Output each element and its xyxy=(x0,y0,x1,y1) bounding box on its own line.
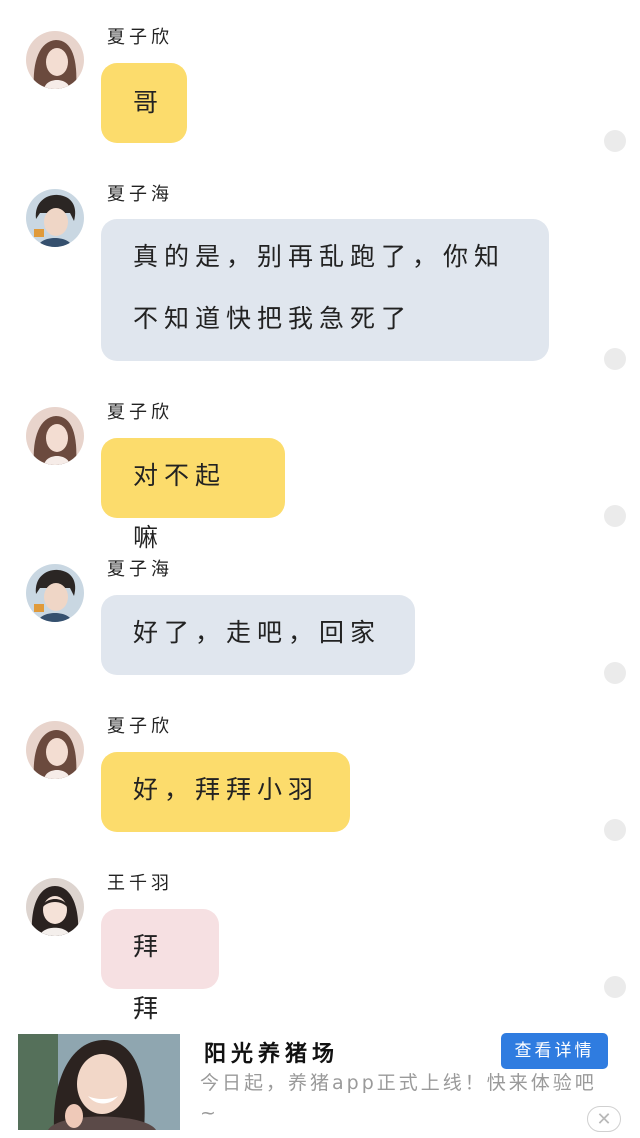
avatar[interactable] xyxy=(26,878,84,936)
sender-name: 夏子海 xyxy=(107,184,173,205)
status-dot xyxy=(604,505,626,527)
ad-banner[interactable]: 阳光养猪场 今日起，养猪app正式上线！快来体验吧~ 查看详情 ✕ xyxy=(0,1028,640,1138)
message-bubble[interactable]: 哥 xyxy=(101,63,187,143)
status-dot xyxy=(604,819,626,841)
message-bubble[interactable]: 好了，走吧，回家 xyxy=(101,595,415,675)
status-dot xyxy=(604,348,626,370)
sender-name: 夏子海 xyxy=(107,559,173,580)
avatar[interactable] xyxy=(26,31,84,89)
avatar[interactable] xyxy=(26,189,84,247)
message-bubble[interactable]: 拜拜 xyxy=(101,909,219,1023)
ad-title[interactable]: 阳光养猪场 xyxy=(204,1036,339,1068)
avatar[interactable] xyxy=(26,721,84,779)
status-dot xyxy=(604,976,626,998)
sender-name: 夏子欣 xyxy=(107,716,173,737)
avatar[interactable] xyxy=(26,407,84,465)
status-dot xyxy=(604,130,626,152)
view-details-button[interactable]: 查看详情 xyxy=(501,1033,608,1069)
close-icon[interactable]: ✕ xyxy=(587,1106,621,1132)
sender-name: 夏子欣 xyxy=(107,27,173,48)
sender-name: 夏子欣 xyxy=(107,402,173,423)
ad-image[interactable] xyxy=(18,1034,180,1130)
avatar[interactable] xyxy=(26,564,84,622)
message-bubble[interactable]: 好，拜拜小羽 xyxy=(101,752,350,832)
status-dot xyxy=(604,662,626,684)
message-bubble[interactable]: 真的是，别再乱跑了，你知 不知道快把我急死了 xyxy=(101,219,549,361)
ad-description[interactable]: 今日起，养猪app正式上线！快来体验吧~ xyxy=(200,1068,608,1128)
message-bubble[interactable]: 对不起嘛 xyxy=(101,438,285,552)
sender-name: 王千羽 xyxy=(107,873,173,894)
